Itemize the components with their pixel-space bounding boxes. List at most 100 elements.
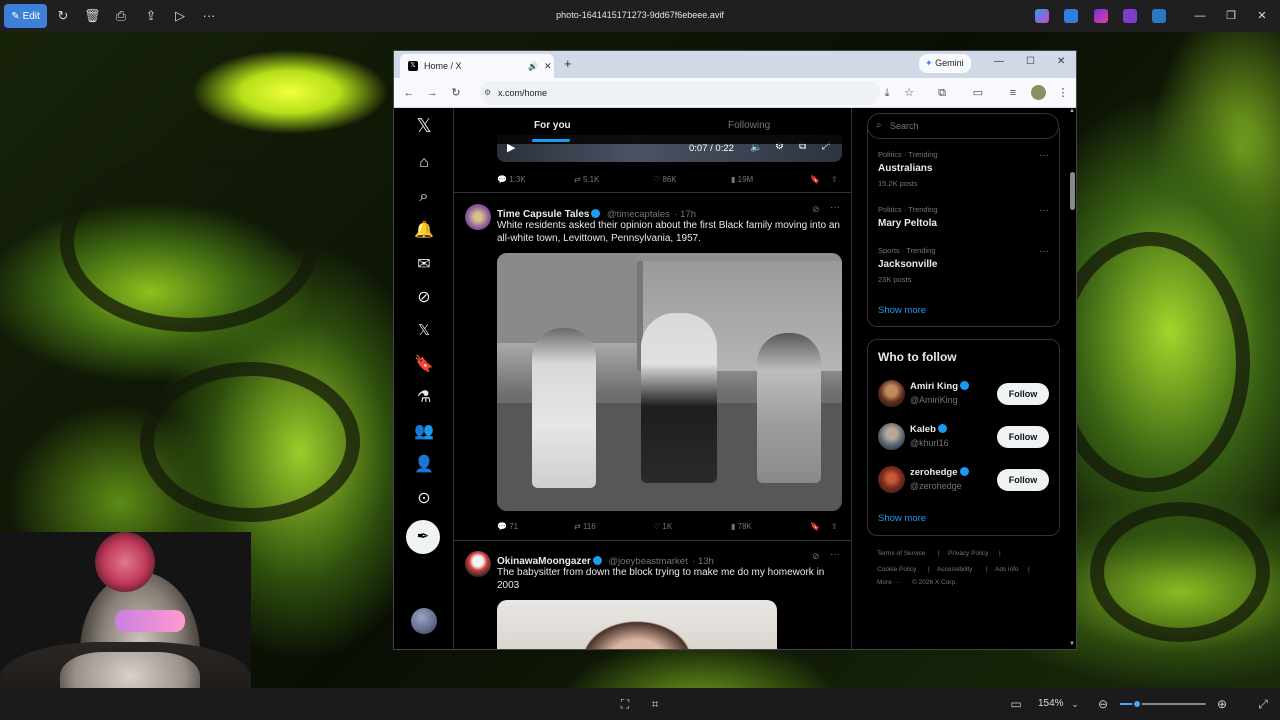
trend-more-icon[interactable]: ··· [1039, 150, 1049, 161]
audio-icon[interactable]: 🔊 [528, 62, 538, 71]
bookmarks-icon[interactable]: 🔖 [413, 354, 435, 376]
premium-x-icon[interactable]: 𝕏 [413, 320, 435, 342]
x-logo-icon[interactable]: 𝕏 [413, 116, 435, 138]
show-more-follow-link[interactable]: Show more [878, 513, 926, 524]
grok-explain-icon[interactable]: ⊘ [812, 204, 820, 215]
scroll-up-icon[interactable]: ▲ [1069, 108, 1075, 114]
post-button[interactable]: ✒ [406, 520, 440, 554]
expand-icon[interactable]: ⤢ [1255, 696, 1271, 712]
zoom-level[interactable]: 154% [1038, 698, 1064, 709]
install-icon[interactable]: ⤓ [880, 86, 894, 100]
cookie-link[interactable]: Cookie Policy [877, 566, 916, 573]
share-tweet-icon[interactable]: ⇪ [831, 522, 838, 531]
more-link[interactable]: More ··· [877, 579, 900, 586]
photos-app-icon[interactable] [1123, 9, 1137, 23]
explore-search-icon[interactable]: ⌕ [413, 186, 435, 208]
zoom-slider[interactable] [1120, 699, 1206, 709]
account-avatar[interactable] [411, 608, 437, 634]
tweet-image[interactable] [497, 600, 777, 649]
text-detect-icon[interactable]: ⌗ [647, 696, 663, 712]
browser-menu-icon[interactable]: ⋮ [1056, 86, 1070, 100]
tweet-more-icon[interactable]: ··· [830, 202, 840, 213]
notifications-icon[interactable]: 🔔 [413, 220, 435, 242]
extensions-icon[interactable]: ⧉ [935, 86, 949, 100]
clipchamp-icon[interactable] [1094, 9, 1108, 23]
follow-button[interactable]: Follow [997, 469, 1049, 491]
url-field[interactable]: ⚙ x.com/home [480, 81, 880, 105]
trend-more-icon[interactable]: ··· [1039, 246, 1049, 257]
accessibility-link[interactable]: Accessibility [937, 566, 972, 573]
forward-icon[interactable]: → [425, 86, 439, 100]
show-more-trends-link[interactable]: Show more [878, 305, 926, 316]
scroll-down-icon[interactable]: ▼ [1069, 641, 1075, 647]
reading-list-icon[interactable]: ≡ [1006, 86, 1020, 100]
like-action[interactable]: ♡ 1K [653, 522, 672, 531]
trend-more-icon[interactable]: ··· [1039, 205, 1049, 216]
bookmark-icon[interactable]: 🔖 [810, 522, 820, 531]
cloud-icon[interactable] [1152, 9, 1166, 23]
zoom-dropdown-icon[interactable]: ⌄ [1067, 696, 1083, 712]
more-options-icon[interactable]: ⊙ [413, 488, 435, 510]
terms-link[interactable]: Terms of Service [877, 550, 925, 557]
user-name[interactable]: Amiri King [910, 381, 971, 392]
repost-action[interactable]: ⇄ 5.1K [574, 175, 599, 184]
messages-icon[interactable]: ✉ [413, 254, 435, 276]
user-avatar[interactable] [878, 380, 905, 407]
zoom-slider-thumb[interactable] [1132, 699, 1143, 709]
profile-icon[interactable]: 👤 [413, 454, 435, 476]
site-info-icon[interactable]: ⚙ [484, 81, 491, 105]
page-scrollbar[interactable]: ▲ ▼ [1068, 108, 1076, 649]
zoom-in-icon[interactable]: ⊕ [1214, 696, 1230, 712]
tweet-actions: 💬 71 ⇄ 116 ♡ 1K ▮ 78K 🔖 ⇪ [497, 522, 842, 536]
back-icon[interactable]: ← [402, 86, 416, 100]
home-icon[interactable]: ⌂ [413, 152, 435, 174]
tab-close-icon[interactable]: ✕ [544, 61, 552, 72]
gemini-button[interactable]: ✦ Gemini [919, 54, 971, 73]
share-tweet-icon[interactable]: ⇪ [831, 175, 838, 184]
reload-icon[interactable]: ↻ [449, 86, 463, 100]
maximize-icon[interactable]: ❐ [1221, 6, 1241, 26]
zoom-out-icon[interactable]: ⊖ [1095, 696, 1111, 712]
follow-button[interactable]: Follow [997, 383, 1049, 405]
reply-action[interactable]: 💬 1.3K [497, 175, 526, 184]
new-tab-icon[interactable]: + [564, 56, 572, 71]
close-icon[interactable]: ✕ [1252, 6, 1272, 26]
minimize-icon[interactable]: — [1190, 6, 1210, 26]
browser-close-icon[interactable]: ✕ [1057, 56, 1065, 67]
user-handle: @AmiriKing [910, 395, 958, 405]
actual-size-icon[interactable]: ▭ [1008, 696, 1024, 712]
user-name[interactable]: zerohedge [910, 467, 971, 478]
tab-for-you[interactable]: For you [534, 120, 571, 131]
views-action[interactable]: ▮ 78K [731, 522, 752, 531]
tweet-more-icon[interactable]: ··· [830, 549, 840, 560]
tweet-image[interactable] [497, 253, 842, 511]
reply-action[interactable]: 💬 71 [497, 522, 518, 531]
views-action[interactable]: ▮ 19M [731, 175, 753, 184]
communities-icon[interactable]: 👥 [413, 421, 435, 443]
tweet-avatar[interactable] [465, 551, 491, 577]
user-avatar[interactable] [878, 466, 905, 493]
split-view-icon[interactable]: ▭ [971, 86, 985, 100]
profile-avatar[interactable] [1031, 85, 1046, 100]
designer-icon[interactable] [1064, 9, 1078, 23]
user-avatar[interactable] [878, 423, 905, 450]
privacy-link[interactable]: Privacy Policy [948, 550, 988, 557]
follow-button[interactable]: Follow [997, 426, 1049, 448]
tweet-avatar[interactable] [465, 204, 491, 230]
copilot-icon[interactable] [1035, 9, 1049, 23]
like-action[interactable]: ♡ 86K [653, 175, 677, 184]
tab-following[interactable]: Following [728, 120, 770, 131]
scrollbar-thumb[interactable] [1070, 172, 1075, 210]
bookmark-star-icon[interactable]: ☆ [902, 86, 916, 100]
grok-explain-icon[interactable]: ⊘ [812, 551, 820, 562]
browser-minimize-icon[interactable]: — [994, 56, 1004, 67]
fit-to-window-icon[interactable]: ⛶ [617, 696, 633, 712]
ads-info-link[interactable]: Ads info [995, 566, 1019, 573]
repost-action[interactable]: ⇄ 116 [574, 522, 596, 531]
grok-icon[interactable]: ⊘ [413, 287, 435, 309]
user-name[interactable]: Kaleb [910, 424, 949, 435]
browser-maximize-icon[interactable]: ☐ [1026, 56, 1035, 67]
bookmark-icon[interactable]: 🔖 [810, 175, 820, 184]
tab-home-x[interactable]: 𝕏 Home / X 🔊 ✕ [400, 54, 554, 78]
jobs-icon[interactable]: ⚗ [413, 387, 435, 409]
